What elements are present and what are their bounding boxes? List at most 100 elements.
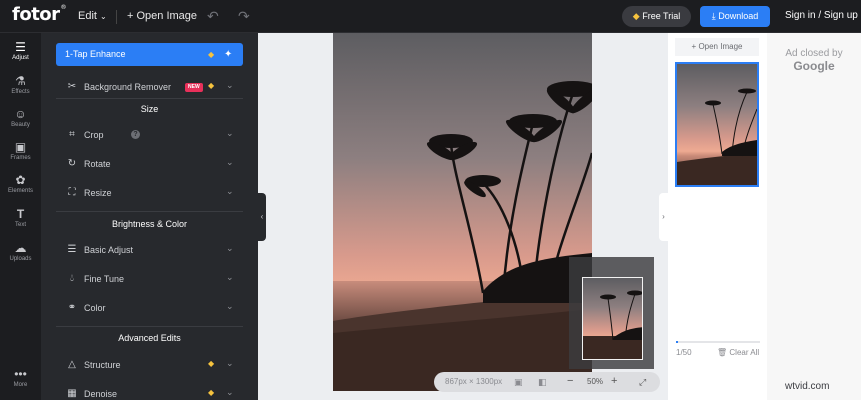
rotate-item[interactable]: ↻ Rotate ⌄ bbox=[65, 157, 240, 173]
more-dots-icon: ••• bbox=[14, 367, 27, 381]
premium-diamond-icon: ◆ bbox=[208, 388, 215, 397]
rail-item-elements[interactable]: ✿ Elements bbox=[0, 173, 41, 194]
scissors-icon: ✂ bbox=[67, 81, 77, 92]
color-circles-icon: ⚭ bbox=[67, 302, 77, 313]
denoise-icon: ▦ bbox=[67, 388, 77, 399]
size-heading: Size bbox=[140, 104, 159, 114]
ad-area bbox=[767, 33, 861, 400]
crop-icon: ⌗ bbox=[69, 129, 75, 140]
google-text: Google bbox=[793, 59, 835, 73]
rail-item-label: Adjust bbox=[12, 55, 29, 61]
rail-item-effects[interactable]: ⚗ Effects bbox=[0, 74, 41, 95]
fine-tune-label: Fine Tune bbox=[84, 274, 125, 284]
open-image-button[interactable]: + Open Image bbox=[127, 10, 197, 22]
sliders-icon: ☰ bbox=[15, 40, 26, 54]
download-button[interactable]: ⤓ Download bbox=[700, 6, 770, 27]
rail-item-label: More bbox=[13, 382, 28, 388]
free-trial-label: Free Trial bbox=[642, 11, 681, 21]
one-tap-enhance-button[interactable]: 1-Tap Enhance ◆ ✦ bbox=[56, 43, 243, 66]
chevron-down-icon: ⌄ bbox=[226, 301, 234, 311]
shapes-icon: ✿ bbox=[15, 173, 26, 187]
rail-item-beauty[interactable]: ☺ Beauty bbox=[0, 107, 41, 128]
compare-icon[interactable]: ◧ bbox=[538, 377, 547, 388]
basic-adjust-label: Basic Adjust bbox=[84, 245, 134, 255]
advanced-edits-heading: Advanced Edits bbox=[118, 333, 181, 343]
rail-item-text[interactable]: T Text bbox=[0, 207, 41, 228]
rail-item-uploads[interactable]: ☁ Uploads bbox=[0, 241, 41, 262]
undo-icon[interactable]: ↶ bbox=[207, 8, 219, 25]
sign-in-link[interactable]: Sign in / Sign up bbox=[785, 10, 858, 21]
logo-registered-mark: ® bbox=[60, 4, 67, 11]
chevron-left-icon: ‹ bbox=[260, 212, 264, 221]
chevron-down-icon: ⌄ bbox=[100, 12, 107, 21]
zoom-in-button[interactable]: + bbox=[611, 375, 617, 387]
structure-label: Structure bbox=[84, 360, 121, 370]
navigator-thumbnail bbox=[583, 278, 642, 359]
rail-item-label: Text bbox=[14, 222, 26, 228]
image-mode-icon[interactable]: ▣ bbox=[514, 377, 523, 388]
text-icon: T bbox=[16, 207, 25, 221]
chevron-down-icon: ⌄ bbox=[226, 243, 234, 253]
image-count-progress bbox=[676, 341, 760, 343]
fine-tune-item[interactable]: 💧︎ Fine Tune ⌄ bbox=[65, 272, 240, 288]
top-bar: fotor® Edit ⌄ + Open Image ↶ ↷ ◆ Free Tr… bbox=[0, 0, 861, 33]
toolbar-divider bbox=[116, 10, 117, 24]
edit-menu-label: Edit bbox=[78, 10, 97, 22]
resize-item[interactable]: ⛶ Resize ⌄ bbox=[65, 186, 240, 202]
droplet-icon: 💧︎ bbox=[70, 273, 74, 284]
watermark: wtvid.com bbox=[785, 381, 830, 392]
plus-icon: + bbox=[691, 42, 697, 51]
basic-adjust-item[interactable]: ☰ Basic Adjust ⌄ bbox=[65, 243, 240, 259]
chevron-down-icon: ⌄ bbox=[226, 157, 234, 167]
rail-item-label: Frames bbox=[10, 155, 31, 161]
fotor-logo[interactable]: fotor® bbox=[12, 4, 67, 25]
panel-divider bbox=[56, 98, 243, 99]
panel-divider bbox=[56, 326, 243, 327]
new-badge: NEW bbox=[185, 83, 203, 92]
resize-icon: ⛶ bbox=[68, 187, 76, 198]
beach-sunset-image bbox=[333, 33, 592, 391]
rail-item-frames[interactable]: ▣ Frames bbox=[0, 140, 41, 161]
resize-label: Resize bbox=[84, 188, 112, 198]
background-remover-item[interactable]: ✂ Background Remover NEW ◆ ⌄ bbox=[65, 80, 240, 96]
tool-rail: ☰ Adjust ⚗ Effects ☺ Beauty ▣ Frames ✿ E… bbox=[0, 33, 41, 400]
edit-menu[interactable]: Edit ⌄ bbox=[78, 10, 107, 22]
edited-photo[interactable] bbox=[333, 33, 592, 391]
crop-item[interactable]: ⌗ Crop ? ⌄ bbox=[65, 128, 240, 144]
free-trial-button[interactable]: ◆ Free Trial bbox=[622, 6, 691, 27]
crop-label: Crop bbox=[84, 130, 104, 140]
panel-open-image-button[interactable]: + Open Image bbox=[675, 38, 759, 56]
rail-item-label: Effects bbox=[11, 89, 30, 95]
structure-item[interactable]: △ Structure ◆ ⌄ bbox=[65, 358, 240, 374]
rail-item-label: Uploads bbox=[9, 256, 32, 262]
chevron-down-icon: ⌄ bbox=[226, 272, 234, 282]
redo-icon[interactable]: ↷ bbox=[238, 8, 250, 25]
premium-diamond-icon: ◆ bbox=[208, 359, 215, 368]
zoom-level: 50% bbox=[587, 377, 604, 386]
triangle-icon: △ bbox=[68, 359, 76, 370]
rail-item-more[interactable]: ••• More bbox=[0, 367, 41, 388]
ad-closed-message: Ad closed by Google bbox=[767, 47, 861, 73]
denoise-label: Denoise bbox=[84, 389, 118, 399]
color-item[interactable]: ⚭ Color ⌄ bbox=[65, 301, 240, 317]
chevron-down-icon: ⌄ bbox=[226, 186, 234, 196]
image-thumbnail[interactable] bbox=[675, 62, 759, 187]
trash-icon: 🗑︎ bbox=[717, 348, 728, 357]
chevron-down-icon: ⌄ bbox=[226, 80, 234, 90]
help-icon[interactable]: ? bbox=[131, 130, 140, 139]
plus-icon: + bbox=[127, 10, 134, 22]
denoise-item[interactable]: ▦ Denoise ◆ ⌄ bbox=[65, 387, 240, 400]
fit-screen-icon[interactable]: ⤢ bbox=[639, 377, 646, 388]
expand-right-panel-button[interactable]: › bbox=[659, 193, 668, 241]
magic-wand-icon: ✦ bbox=[224, 49, 233, 60]
clear-all-button[interactable]: 🗑︎ Clear All bbox=[717, 348, 759, 357]
zoom-out-button[interactable]: − bbox=[567, 375, 573, 387]
open-image-label: Open Image bbox=[136, 10, 198, 22]
rail-item-label: Elements bbox=[7, 188, 33, 194]
navigator-viewport[interactable] bbox=[582, 277, 643, 360]
rail-item-adjust[interactable]: ☰ Adjust bbox=[0, 40, 41, 61]
cloud-upload-icon: ☁ bbox=[14, 241, 27, 255]
collapse-panel-button[interactable]: ‹ bbox=[258, 193, 266, 241]
sliders-icon: ☰ bbox=[67, 244, 77, 255]
chevron-down-icon: ⌄ bbox=[226, 358, 234, 368]
